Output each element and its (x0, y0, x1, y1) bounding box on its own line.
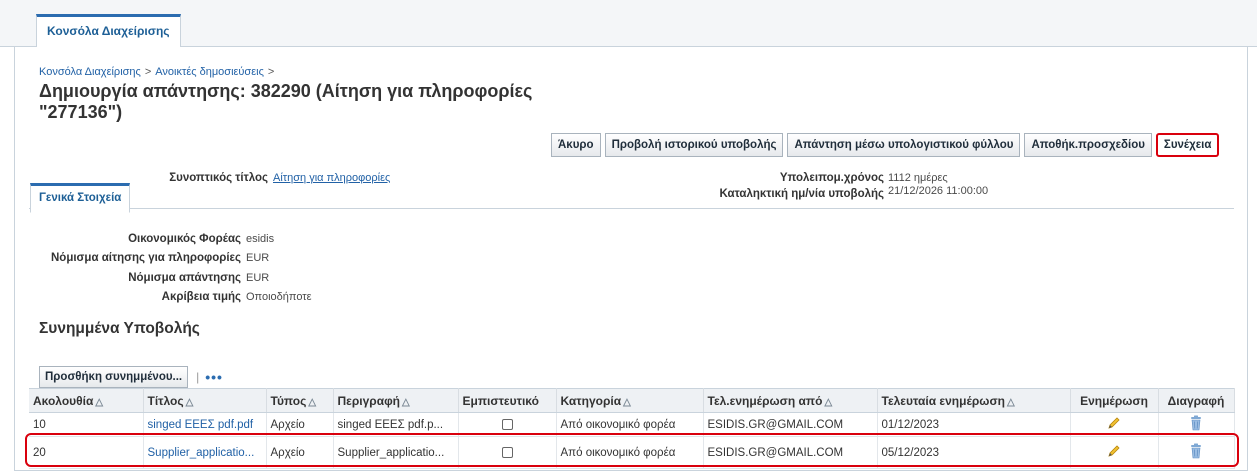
column-header-update: Ενημέρωση (1070, 388, 1159, 413)
column-header-category[interactable]: Κατηγορία △ (556, 388, 704, 413)
breadcrumb-separator: > (144, 66, 152, 78)
supplier-label: Οικονομικός Φορέας (128, 233, 241, 245)
table-row: 20 Supplier_applicatio... Αρχείο Supplie… (29, 436, 1235, 469)
table-header-row: Ακολουθία △ Τίτλος △ Τύπος △ Περιγραφή △ Εμπ… (29, 388, 1235, 413)
table-row: 10 singed ΕΕΕΣ pdf.pdf Αρχείο singed ΕΕΕ… (29, 412, 1235, 437)
rfi-currency-value: EUR (246, 252, 270, 264)
sort-icon[interactable]: △ (308, 397, 316, 408)
column-label: Κατηγορία (560, 393, 622, 408)
time-left-value: 1112 ημέρες (888, 172, 948, 184)
column-label: Τελευταία ενημέρωση (881, 393, 1006, 408)
price-precision-label: Ακρίβεια τιμής (161, 291, 241, 303)
page-title: Δημιουργία απάντησης: 382290 (Αίτηση για… (39, 81, 533, 122)
toolbar-divider: | (196, 370, 200, 384)
rfi-currency-label: Νόμισμα αίτησης για πληροφορίες (50, 252, 241, 264)
trash-icon[interactable] (1189, 443, 1203, 459)
tab-general-info[interactable]: Γενικά Στοιχεία (30, 183, 131, 213)
attachment-title-link[interactable]: Supplier_applicatio... (148, 447, 255, 459)
breadcrumb-separator: > (267, 66, 275, 78)
continue-button[interactable]: Συνέχεια (1155, 133, 1220, 157)
column-header-delete: Διαγραφή (1158, 388, 1235, 413)
sort-icon[interactable]: △ (186, 397, 194, 408)
trash-icon[interactable] (1189, 415, 1203, 431)
cell-confidential (458, 436, 557, 469)
cell-type: Αρχείο (266, 436, 334, 469)
price-precision-value: Οποιοδήποτε (246, 291, 312, 303)
pencil-icon[interactable] (1106, 415, 1122, 431)
column-label: Τίτλος (147, 393, 184, 408)
column-header-sequence[interactable]: Ακολουθία △ (29, 388, 144, 413)
sort-icon[interactable]: △ (1007, 397, 1015, 408)
column-label: Εμπιστευτικό (462, 393, 539, 408)
column-label: Διαγραφή (1167, 393, 1225, 408)
column-label: Ακολουθία (33, 393, 94, 408)
cell-description: Supplier_applicatio... (333, 436, 459, 469)
cell-last-updated: 01/12/2023 (877, 412, 1071, 437)
cell-delete (1158, 412, 1235, 437)
action-button-bar: Άκυρο Προβολή ιστορικού υποβολής Απάντησ… (551, 133, 1223, 157)
short-title-link[interactable]: Αίτηση για πληροφορίες (273, 172, 390, 184)
cell-title: Supplier_applicatio... (143, 436, 267, 469)
sort-icon[interactable]: △ (824, 397, 832, 408)
column-header-confidential: Εμπιστευτικό (458, 388, 557, 413)
sort-icon[interactable]: △ (402, 397, 410, 408)
cell-updated-by: ESIDIS.GR@GMAIL.COM (703, 436, 878, 469)
cell-sequence: 10 (29, 412, 144, 437)
top-tab-strip: Κονσόλα Διαχείρισης (0, 0, 1257, 47)
cell-type: Αρχείο (266, 412, 334, 437)
cell-category: Από οικονομικό φορέα (556, 412, 704, 437)
cell-updated-by: ESIDIS.GR@GMAIL.COM (703, 412, 878, 437)
column-header-title[interactable]: Τίτλος △ (143, 388, 267, 413)
column-header-type[interactable]: Τύπος △ (266, 388, 334, 413)
response-currency-label: Νόμισμα απάντησης (128, 272, 241, 284)
cancel-button[interactable]: Άκυρο (551, 133, 601, 157)
sort-icon[interactable]: △ (623, 397, 631, 408)
column-header-last-updated[interactable]: Τελευταία ενημέρωση △ (877, 388, 1071, 413)
column-label: Τύπος (270, 393, 307, 408)
tab-admin-console[interactable]: Κονσόλα Διαχείρισης (36, 14, 181, 47)
sort-icon[interactable]: △ (95, 397, 103, 408)
pencil-icon[interactable] (1106, 443, 1122, 459)
attachments-section-title: Συνημμένα Υποβολής (39, 320, 200, 337)
cell-delete (1158, 436, 1235, 469)
cell-last-updated: 05/12/2023 (877, 436, 1071, 469)
attachments-toolbar: Προσθήκη συνημμένου... | ••• (39, 364, 223, 390)
add-attachment-button[interactable]: Προσθήκη συνημμένου... (39, 366, 189, 388)
more-actions-icon[interactable]: ••• (205, 370, 223, 384)
cell-description: singed ΕΕΕΣ pdf.p... (333, 412, 459, 437)
column-label: Ενημέρωση (1080, 393, 1148, 408)
breadcrumb-admin-console[interactable]: Κονσόλα Διαχείρισης (39, 66, 141, 78)
column-label: Τελ.ενημέρωση από (707, 393, 823, 408)
response-currency-value: EUR (246, 272, 270, 284)
breadcrumb: Κονσόλα Διαχείρισης > Ανοικτές δημοσιεύσει… (39, 66, 278, 78)
column-label: Περιγραφή (337, 393, 401, 408)
confidential-checkbox[interactable] (501, 418, 513, 430)
inner-tab-line (29, 208, 1234, 209)
cell-title: singed ΕΕΕΣ pdf.pdf (143, 412, 267, 437)
cell-update (1070, 412, 1159, 437)
cell-confidential (458, 412, 557, 437)
cell-sequence: 20 (29, 436, 144, 469)
spreadsheet-response-button[interactable]: Απάντηση μέσω υπολογιστικού φύλλου (787, 133, 1021, 157)
save-draft-button[interactable]: Αποθήκ.προσχεδίου (1024, 133, 1152, 157)
supplier-value: esidis (246, 233, 275, 245)
cell-category: Από οικονομικό φορέα (556, 436, 704, 469)
column-header-updated-by[interactable]: Τελ.ενημέρωση από △ (703, 388, 878, 413)
view-history-button[interactable]: Προβολή ιστορικού υποβολής (604, 133, 784, 157)
cell-update (1070, 436, 1159, 469)
attachments-table: Ακολουθία △ Τίτλος △ Τύπος △ Περιγραφή △ Εμπ… (29, 388, 1235, 469)
column-header-description[interactable]: Περιγραφή △ (333, 388, 459, 413)
confidential-checkbox[interactable] (501, 446, 513, 458)
time-left-label: Υπολειπομ.χρόνος (779, 172, 884, 184)
deadline-value: 21/12/2026 11:00:00 (888, 185, 989, 197)
attachment-title-link[interactable]: singed ΕΕΕΣ pdf.pdf (148, 419, 254, 431)
breadcrumb-open-postings[interactable]: Ανοικτές δημοσιεύσεις (155, 66, 264, 78)
deadline-label: Καταληκτική ημ/νία υποβολής (719, 188, 884, 200)
